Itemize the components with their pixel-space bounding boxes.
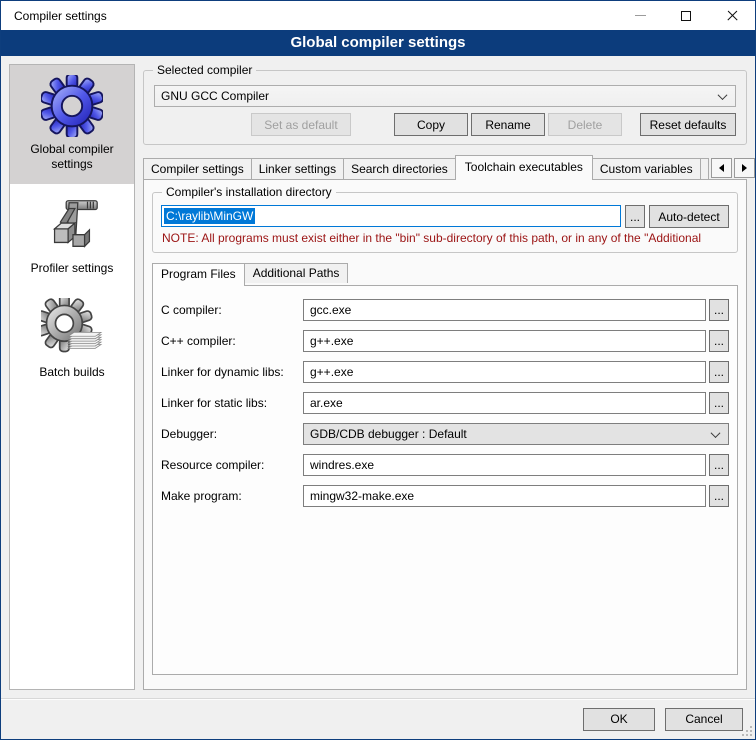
field-row-linker-static: Linker for static libs: ... [161,392,729,414]
install-dir-browse-button[interactable]: ... [625,205,645,228]
browse-button[interactable]: ... [709,361,729,383]
sidebar-item-label: Profiler settings [31,261,114,276]
tab-compiler-settings[interactable]: Compiler settings [143,158,252,179]
cpp-compiler-input[interactable] [303,330,706,352]
minimize-icon [635,15,646,16]
sidebar-item-label: Batch builds [39,365,104,380]
c-compiler-label: C compiler: [161,303,303,317]
make-program-label: Make program: [161,489,303,503]
sidebar-item-label: Global compiler settings [14,142,130,172]
tab-search-directories[interactable]: Search directories [343,158,456,179]
chevron-down-icon [718,90,728,100]
linker-dynamic-label: Linker for dynamic libs: [161,365,303,379]
linker-dynamic-input[interactable] [303,361,706,383]
maximize-icon [681,11,691,21]
field-row-cpp-compiler: C++ compiler: ... [161,330,729,352]
install-dir-legend: Compiler's installation directory [162,185,336,199]
tab-scroll-buttons [708,158,755,178]
install-dir-row: C:\raylib\MinGW ... Auto-detect [161,205,729,227]
field-row-debugger: Debugger: GDB/CDB debugger : Default [161,423,729,445]
program-files-tabstrip: Program Files Additional Paths [152,263,738,285]
field-row-linker-dynamic: Linker for dynamic libs: ... [161,361,729,383]
footer: OK Cancel [1,698,755,739]
install-dir-input[interactable]: C:\raylib\MinGW [161,205,621,227]
browse-button[interactable]: ... [709,454,729,476]
field-row-make-program: Make program: ... [161,485,729,507]
sidebar-item-batch-builds[interactable]: Batch builds [10,288,134,392]
debugger-select[interactable]: GDB/CDB debugger : Default [303,423,729,445]
tab-custom-variables[interactable]: Custom variables [592,158,701,179]
compiler-select[interactable]: GNU GCC Compiler [154,85,736,107]
resize-grip[interactable] [740,724,753,737]
install-dir-selected-text: C:\raylib\MinGW [164,208,255,224]
program-files-page: C compiler: ... C++ compiler: ... Linker… [152,285,738,675]
resource-compiler-label: Resource compiler: [161,458,303,472]
tab-scroll-right-button[interactable] [734,158,755,178]
set-as-default-button: Set as default [251,113,351,136]
install-dir-note: NOTE: All programs must exist either in … [162,231,729,245]
browse-button[interactable]: ... [709,392,729,414]
window-title: Compiler settings [1,9,107,23]
copy-button[interactable]: Copy [394,113,468,136]
ok-button[interactable]: OK [583,708,655,731]
autodetect-button[interactable]: Auto-detect [649,205,729,228]
close-icon [727,10,738,21]
sidebar-item-profiler-settings[interactable]: Profiler settings [10,184,134,288]
field-row-resource-compiler: Resource compiler: ... [161,454,729,476]
tab-additional-paths[interactable]: Additional Paths [244,263,349,283]
rename-button[interactable]: Rename [471,113,545,136]
field-row-c-compiler: C compiler: ... [161,299,729,321]
reset-defaults-button[interactable]: Reset defaults [640,113,736,136]
maximize-button[interactable] [663,1,709,30]
content-panel: Selected compiler GNU GCC Compiler Set a… [143,64,747,690]
make-program-input[interactable] [303,485,706,507]
settings-tabstrip: Compiler settings Linker settings Search… [143,155,747,179]
resource-compiler-input[interactable] [303,454,706,476]
tab-program-files[interactable]: Program Files [152,263,245,286]
sidebar-item-global-compiler-settings[interactable]: Global compiler settings [10,65,134,184]
delete-button: Delete [548,113,622,136]
cpp-compiler-label: C++ compiler: [161,334,303,348]
tab-toolchain-executables[interactable]: Toolchain executables [455,155,593,180]
compiler-select-value: GNU GCC Compiler [161,89,269,103]
linker-static-input[interactable] [303,392,706,414]
install-dir-group: Compiler's installation directory C:\ray… [152,192,738,253]
page-title: Global compiler settings [1,30,755,56]
dialog-body: Global compiler settings [1,56,755,698]
close-button[interactable] [709,1,755,30]
window-controls [617,1,755,30]
minimize-button[interactable] [617,1,663,30]
titlebar: Compiler settings [1,1,755,30]
cancel-button[interactable]: Cancel [665,708,743,731]
chevron-down-icon [711,428,721,438]
c-compiler-input[interactable] [303,299,706,321]
tab-linker-settings[interactable]: Linker settings [251,158,344,179]
browse-button[interactable]: ... [709,485,729,507]
caliper-icon [41,194,103,256]
browse-button[interactable]: ... [709,330,729,352]
debugger-select-value: GDB/CDB debugger : Default [310,427,467,441]
gear-stack-icon [41,298,103,360]
selected-compiler-group: Selected compiler GNU GCC Compiler Set a… [143,70,747,145]
linker-static-label: Linker for static libs: [161,396,303,410]
blue-gear-icon [41,75,103,137]
browse-button[interactable]: ... [709,299,729,321]
arrow-left-icon [719,164,724,172]
compiler-buttons-row: Set as default Copy Rename Delete Reset … [154,113,736,136]
compiler-settings-dialog: Compiler settings Global compiler settin… [0,0,756,740]
tab-scroll-left-button[interactable] [711,158,732,178]
arrow-right-icon [742,164,747,172]
sidebar: Global compiler settings [9,64,135,690]
selected-compiler-legend: Selected compiler [153,63,256,77]
debugger-label: Debugger: [161,427,303,441]
toolchain-executables-page: Compiler's installation directory C:\ray… [143,179,747,690]
